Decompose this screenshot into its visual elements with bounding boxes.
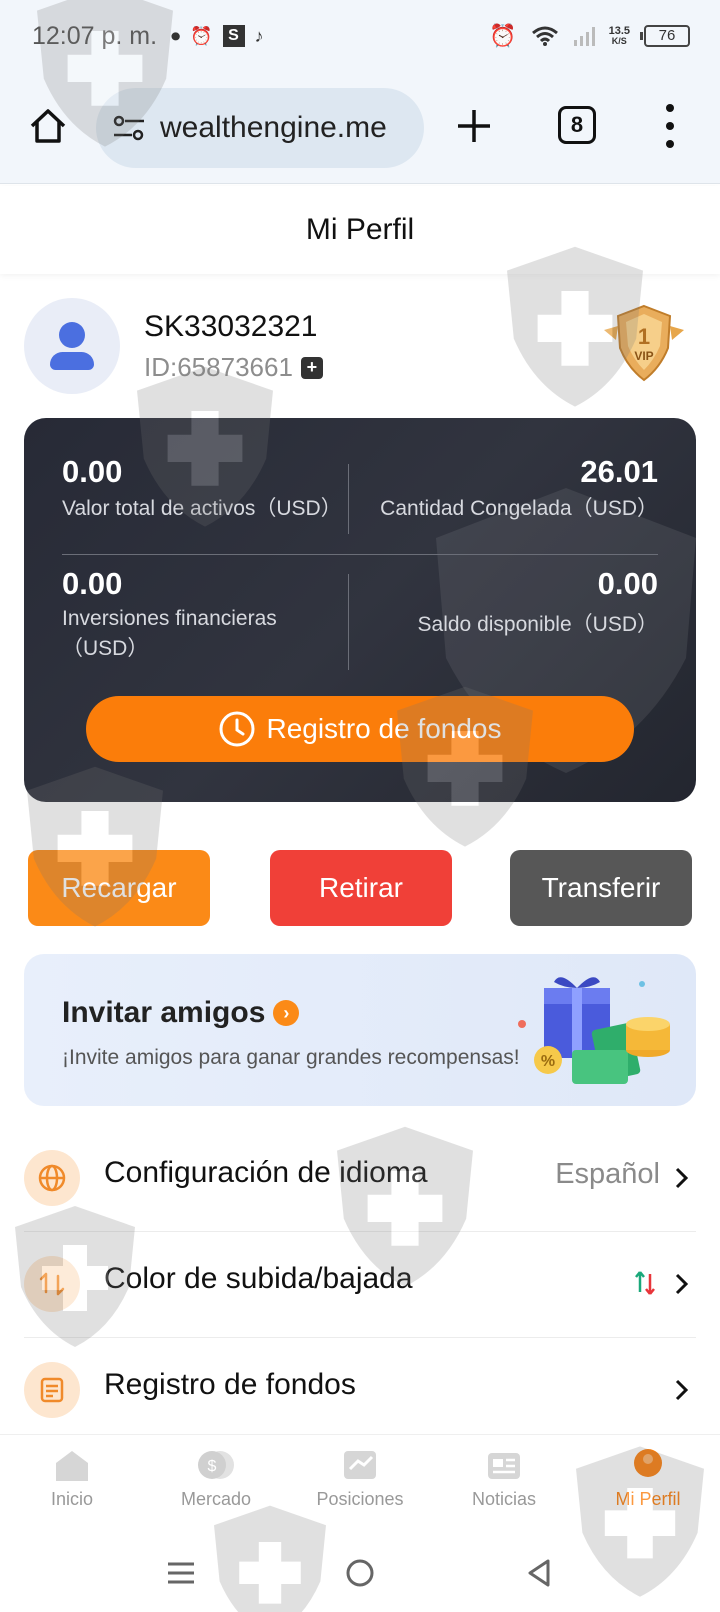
site-settings-icon[interactable] [112, 113, 146, 143]
news-icon [488, 1453, 520, 1479]
nav-label: Noticias [471, 1489, 537, 1509]
settings-row-color[interactable]: Color de subida/bajada [24, 1232, 696, 1338]
tab-switcher-button[interactable]: 8 [558, 106, 596, 144]
network-speed-unit: K/S [611, 36, 627, 46]
media-icon: ⏺ [171, 25, 181, 46]
chevron-right-icon [675, 1273, 689, 1295]
up-down-color-icon [635, 1271, 655, 1295]
chevron-right-icon [675, 1379, 689, 1401]
frozen-amount-label: Cantidad Congelada（USD） [380, 497, 658, 520]
app-s-icon: S [222, 25, 245, 47]
document-icon [24, 1362, 80, 1418]
asset-summary-card: 0.00 Valor total de activos（USD） 26.01 C… [24, 418, 696, 802]
nav-label: Inicio [50, 1489, 94, 1509]
available-balance-label: Saldo disponible（USD） [417, 613, 658, 636]
vip-badge-icon[interactable]: 1 VIP [596, 300, 692, 384]
user-id: ID:65873661 + [144, 352, 323, 383]
nav-item-news[interactable]: Noticias [432, 1447, 576, 1510]
vip-text: VIP [634, 349, 653, 363]
vip-level: 1 [638, 324, 650, 349]
withdraw-button[interactable]: Retirar [270, 850, 452, 926]
browser-toolbar: wealthengine.me 8 [0, 88, 720, 168]
username: SK33032321 [144, 310, 318, 343]
chevron-right-icon: › [273, 1000, 300, 1026]
status-system-icons: ⏰ 13.5 K/S 76 [489, 23, 690, 49]
svg-text:%: % [541, 1053, 555, 1070]
nav-label: Posiciones [316, 1489, 404, 1509]
market-icon: $ [198, 1451, 234, 1479]
browser-menu-icon[interactable] [662, 104, 678, 148]
battery-icon: 76 [640, 25, 690, 47]
swap-icon [24, 1256, 80, 1312]
status-notification-icons: ⏺ ⏰ S ♪ [171, 25, 264, 47]
positions-icon [344, 1451, 376, 1479]
available-balance-value: 0.00 [597, 566, 658, 601]
investments-label: Inversiones financieras （USD） [62, 604, 277, 664]
network-speed: 13.5 K/S [609, 26, 630, 47]
globe-icon [24, 1150, 80, 1206]
investments-value: 0.00 [62, 566, 123, 601]
total-assets-label: Valor total de activos（USD） [62, 497, 342, 520]
url-text[interactable]: wealthengine.me [160, 111, 387, 145]
nav-label: Mi Perfil [615, 1489, 681, 1509]
clock-icon [219, 711, 255, 747]
back-icon[interactable] [522, 1556, 556, 1590]
investments-label-line2: （USD） [62, 637, 149, 660]
user-id-text: ID:65873661 [144, 352, 293, 382]
invite-friends-banner[interactable]: Invitar amigos › ¡Invite amigos para gan… [24, 954, 696, 1106]
nav-item-profile[interactable]: Mi Perfil [576, 1447, 720, 1510]
settings-row-label: Color de subida/bajada [104, 1262, 413, 1295]
settings-row-label: Configuración de idioma [104, 1156, 428, 1189]
copy-icon[interactable]: + [300, 356, 323, 379]
signal-icon [573, 27, 595, 46]
gift-icon: % [518, 977, 670, 1084]
avatar[interactable] [24, 298, 120, 394]
alarm-icon: ⏰ [190, 25, 213, 46]
status-time: 12:07 p. m. [32, 21, 158, 50]
new-tab-icon[interactable] [456, 108, 492, 144]
frozen-amount-value: 26.01 [580, 454, 658, 489]
wifi-icon [531, 26, 558, 46]
recent-apps-icon[interactable] [164, 1556, 198, 1590]
bottom-navigation: Inicio $ Mercado Posiciones Noticias Mi … [0, 1434, 720, 1534]
home-icon[interactable] [28, 106, 68, 146]
address-bar[interactable]: wealthengine.me [96, 88, 424, 168]
settings-row-label: Registro de fondos [104, 1368, 356, 1401]
transfer-button[interactable]: Transferir [510, 850, 692, 926]
profile-icon [634, 1449, 662, 1477]
total-assets-value: 0.00 [62, 454, 123, 489]
nav-item-home[interactable]: Inicio [0, 1447, 144, 1510]
system-navigation-bar [0, 1534, 720, 1612]
page-title: Mi Perfil [0, 186, 720, 274]
nav-label: Mercado [180, 1489, 252, 1509]
language-value: Español [555, 1158, 660, 1190]
status-bar: 12:07 p. m. ⏺ ⏰ S ♪ ⏰ 13.5 K/S 76 [32, 18, 690, 54]
settings-row-fund-record[interactable]: Registro de fondos [24, 1338, 696, 1444]
tiktok-icon: ♪ [254, 25, 264, 46]
fund-record-button[interactable]: Registro de fondos [86, 696, 634, 762]
recharge-button[interactable]: Recargar [28, 850, 210, 926]
home-circle-icon[interactable] [343, 1556, 377, 1590]
chevron-right-icon [675, 1167, 689, 1189]
browser-chrome: 12:07 p. m. ⏺ ⏰ S ♪ ⏰ 13.5 K/S 76 wealth… [0, 0, 720, 184]
nav-item-positions[interactable]: Posiciones [288, 1447, 432, 1510]
fund-record-label: Registro de fondos [266, 713, 502, 744]
svg-text:$: $ [208, 1458, 217, 1475]
alarm-icon: ⏰ [489, 23, 517, 48]
invite-title-text: Invitar amigos [62, 996, 266, 1029]
settings-row-language[interactable]: Configuración de idioma Español [24, 1126, 696, 1232]
home-icon [56, 1451, 88, 1481]
nav-item-market[interactable]: $ Mercado [144, 1447, 288, 1510]
investments-label-line1: Inversiones financieras [62, 607, 277, 630]
invite-subtitle: ¡Invite amigos para ganar grandes recomp… [62, 1046, 520, 1069]
invite-title: Invitar amigos › [62, 996, 300, 1030]
